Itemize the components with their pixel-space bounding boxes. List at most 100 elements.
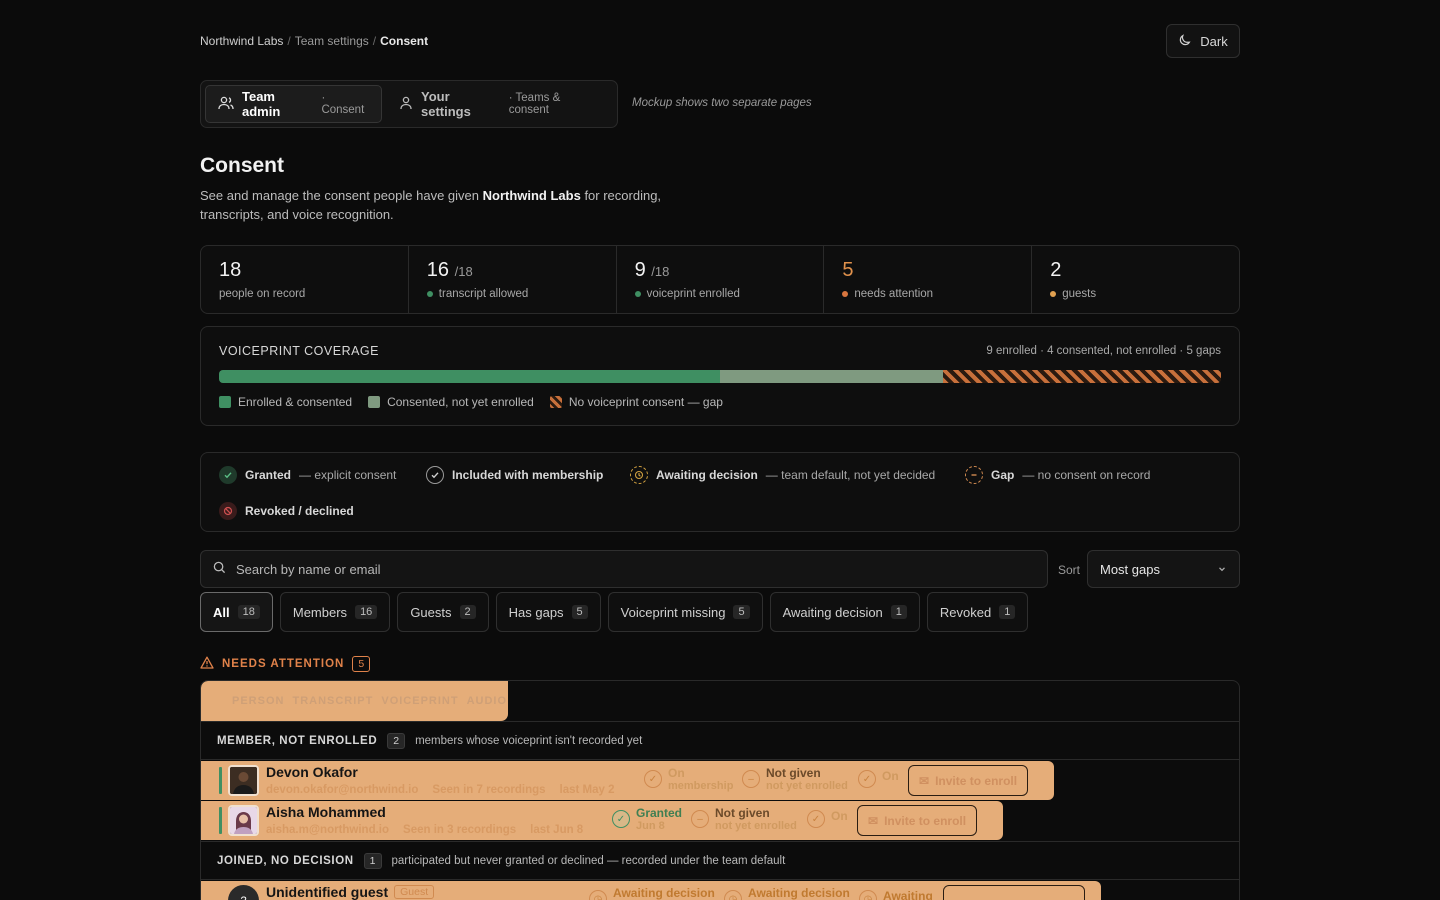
check-icon <box>219 466 237 484</box>
breadcrumb-section[interactable]: Team settings <box>295 34 369 48</box>
invite-to-enroll-button[interactable]: ✉ Invite to enroll <box>857 805 978 836</box>
page-title: Consent <box>200 154 284 177</box>
cell-status: On <box>831 809 848 823</box>
status-key-label: Gap <box>991 468 1015 482</box>
sort-label: Sort <box>1058 563 1081 577</box>
status-key-revoked: Revoked / declined <box>219 502 354 520</box>
filter-count: 5 <box>571 605 588 619</box>
stat-of: /18 <box>454 264 473 279</box>
filter-guests[interactable]: Guests 2 <box>397 592 489 632</box>
stat-of: /18 <box>651 264 670 279</box>
status-key-label: Granted <box>245 468 292 482</box>
filter-revoked[interactable]: Revoked 1 <box>926 592 1029 632</box>
group-desc: participated but never granted or declin… <box>391 854 786 867</box>
cell-sub: not yet enrolled <box>715 820 797 832</box>
legend-label: No voiceprint consent — gap <box>568 395 723 409</box>
stat-value: 5 <box>842 259 1013 282</box>
invite-to-enroll-button[interactable]: ✉ Invite to enroll <box>908 765 1029 796</box>
page-description: See and manage the consent people have g… <box>200 186 700 224</box>
desc-text: See and manage the consent people have g… <box>200 188 483 203</box>
check-outline-icon <box>426 466 444 484</box>
voiceprint-coverage-panel: VOICEPRINT COVERAGE 9 enrolled · 4 conse… <box>200 326 1240 426</box>
filter-label: All <box>213 604 230 620</box>
filter-count: 2 <box>459 605 476 619</box>
search-input[interactable] <box>236 561 1016 577</box>
cell-text: Awaiting decision <box>748 887 850 900</box>
filter-voiceprint-missing[interactable]: Voiceprint missing 5 <box>607 592 763 632</box>
table-row[interactable]: Devon Okafor devon.okafor@northwind.io Se… <box>201 761 1054 800</box>
stat-value: 9 /18 <box>635 259 806 282</box>
voiceprint-cell[interactable]: – Not given not yet enrolled <box>742 767 848 793</box>
breadcrumb-current: Consent <box>380 34 429 48</box>
column-header-transcript[interactable]: TRANSCRIPT <box>292 695 373 707</box>
status-key-granted: Granted — explicit consent <box>219 466 396 484</box>
transcript-cell[interactable]: ✓ On membership <box>644 767 733 793</box>
voiceprint-cell[interactable]: – Not given not yet enrolled <box>691 807 797 833</box>
transcript-cell[interactable]: ✓ Granted Jun 8 <box>612 807 682 833</box>
filter-label: Has gaps <box>508 604 564 620</box>
avatar: ? <box>228 885 259 900</box>
status-dot <box>1050 291 1057 297</box>
search-box <box>200 550 1048 588</box>
legend-swatch <box>549 396 562 408</box>
person-email: aisha.m@northwind.io <box>266 824 390 836</box>
clock-icon: ◷ <box>859 890 877 900</box>
filter-members[interactable]: Members 16 <box>279 592 391 632</box>
status-dot <box>426 291 433 297</box>
stat-num: 9 <box>634 259 646 281</box>
stat-value: 2 <box>1050 259 1221 282</box>
needs-attention-count: 5 <box>352 656 371 672</box>
cell-sub: Jun 8 <box>636 820 665 832</box>
group-joined-no-decision: JOINED, NO DECISION 1 participated but n… <box>201 841 1239 880</box>
breadcrumb-org[interactable]: Northwind Labs <box>200 34 283 48</box>
person-name: Devon Okafor <box>266 764 358 780</box>
cell-status: Awaiting decision <box>613 886 715 900</box>
user-icon <box>399 96 413 113</box>
person-seen: Seen in 7 recordings <box>432 784 546 796</box>
coverage-summary: 9 enrolled · 4 consented, not enrolled ·… <box>986 345 1221 357</box>
filter-all[interactable]: All 18 <box>200 592 273 632</box>
check-outline-icon: ✓ <box>644 770 662 788</box>
transcript-cell[interactable]: ◷ Awaiting decision <box>589 887 715 900</box>
person-name: Unidentified guest Guest <box>266 884 435 900</box>
group-count: 1 <box>363 852 382 869</box>
stat-label: needs attention <box>854 288 934 300</box>
stat-label: transcript allowed <box>438 288 529 300</box>
stat-guests: 2 guests <box>1032 246 1239 313</box>
tab-team-admin[interactable]: Team admin · Consent <box>205 85 382 123</box>
filter-count: 1 <box>890 605 907 619</box>
column-header-voiceprint[interactable]: VOICEPRINT <box>381 695 458 707</box>
cell-text: Granted Jun 8 <box>636 807 682 833</box>
minus-icon: – <box>742 770 760 788</box>
coverage-title: VOICEPRINT COVERAGE <box>219 344 379 358</box>
cell-status: Not given <box>766 766 821 780</box>
clock-icon: ◷ <box>724 890 742 900</box>
ban-icon <box>219 502 237 520</box>
table-row[interactable]: Aisha Mohammed aisha.m@northwind.io Seen … <box>201 801 1003 840</box>
column-header-person[interactable]: PERSON <box>232 695 284 707</box>
group-desc: members whose voiceprint isn't recorded … <box>415 734 643 747</box>
theme-toggle-button[interactable]: Dark <box>1166 24 1240 58</box>
legend-swatch <box>219 396 231 408</box>
filter-label: Revoked <box>939 604 992 620</box>
tab-team-admin-sub: · Consent <box>321 92 365 116</box>
filter-has-gaps[interactable]: Has gaps 5 <box>495 592 601 632</box>
filter-awaiting-decision[interactable]: Awaiting decision 1 <box>769 592 920 632</box>
desc-org: Northwind Labs <box>482 188 581 203</box>
cell-text: On <box>882 767 899 783</box>
group-count: 2 <box>387 732 406 749</box>
sort-select[interactable]: Most gaps <box>1087 550 1240 588</box>
audio-cell[interactable]: ◷ Awaiting <box>859 887 933 900</box>
theme-toggle-label: Dark <box>1200 33 1228 49</box>
status-key-awaiting: Awaiting decision — team default, not yet… <box>630 466 935 484</box>
group-title: JOINED, NO DECISION <box>217 854 354 867</box>
column-header-audio[interactable]: AUDIO <box>467 695 507 707</box>
table-row[interactable]: ? Unidentified guest Guest ◷ Awaiting dec… <box>201 881 1101 900</box>
audio-cell[interactable]: ✓ On <box>858 767 899 788</box>
cell-text: Not given not yet enrolled <box>715 807 797 833</box>
filter-label: Awaiting decision <box>782 604 883 620</box>
row-action-button[interactable] <box>943 885 1085 900</box>
audio-cell[interactable]: ✓ On <box>807 807 848 828</box>
voiceprint-cell[interactable]: ◷ Awaiting decision <box>724 887 850 900</box>
tab-your-settings[interactable]: Your settings · Teams & consent <box>387 85 613 123</box>
